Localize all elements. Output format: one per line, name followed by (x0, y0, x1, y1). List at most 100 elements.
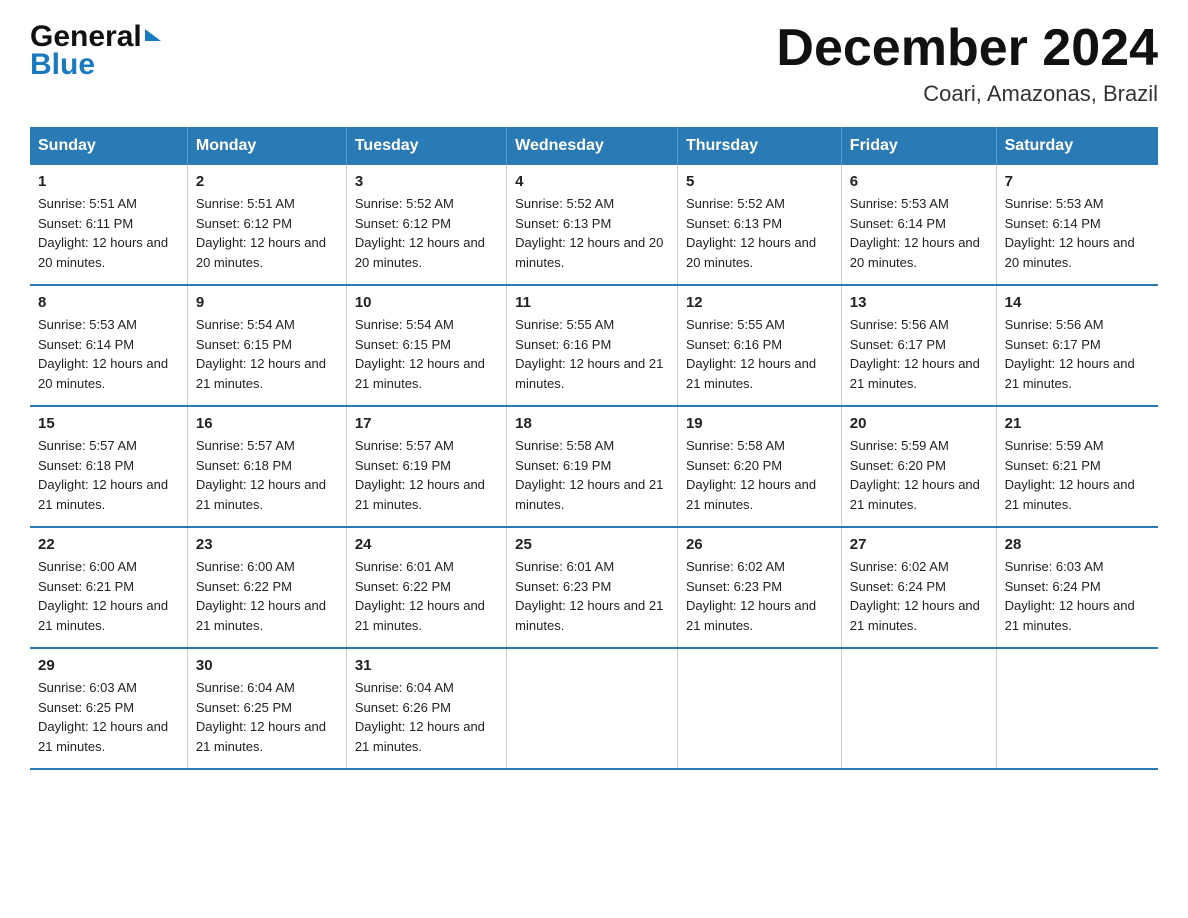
day-info: Sunrise: 5:58 AMSunset: 6:20 PMDaylight:… (686, 438, 816, 512)
day-info: Sunrise: 6:01 AMSunset: 6:23 PMDaylight:… (515, 559, 663, 633)
day-info: Sunrise: 5:54 AMSunset: 6:15 PMDaylight:… (355, 317, 485, 391)
calendar-week-row: 29 Sunrise: 6:03 AMSunset: 6:25 PMDaylig… (30, 648, 1158, 769)
day-number: 24 (355, 536, 498, 553)
day-info: Sunrise: 5:59 AMSunset: 6:21 PMDaylight:… (1005, 438, 1135, 512)
day-number: 18 (515, 415, 669, 432)
day-number: 17 (355, 415, 498, 432)
day-number: 1 (38, 173, 179, 190)
calendar-cell: 17 Sunrise: 5:57 AMSunset: 6:19 PMDaylig… (346, 406, 506, 527)
header-monday: Monday (187, 127, 346, 165)
header-saturday: Saturday (996, 127, 1158, 165)
day-info: Sunrise: 5:56 AMSunset: 6:17 PMDaylight:… (1005, 317, 1135, 391)
day-number: 10 (355, 294, 498, 311)
day-info: Sunrise: 6:04 AMSunset: 6:25 PMDaylight:… (196, 680, 326, 754)
calendar-cell: 11 Sunrise: 5:55 AMSunset: 6:16 PMDaylig… (507, 285, 678, 406)
day-number: 12 (686, 294, 833, 311)
day-info: Sunrise: 5:56 AMSunset: 6:17 PMDaylight:… (850, 317, 980, 391)
day-number: 14 (1005, 294, 1150, 311)
day-info: Sunrise: 6:03 AMSunset: 6:24 PMDaylight:… (1005, 559, 1135, 633)
header-tuesday: Tuesday (346, 127, 506, 165)
day-number: 25 (515, 536, 669, 553)
day-info: Sunrise: 5:53 AMSunset: 6:14 PMDaylight:… (1005, 196, 1135, 270)
calendar-cell: 6 Sunrise: 5:53 AMSunset: 6:14 PMDayligh… (841, 165, 996, 285)
calendar-cell: 24 Sunrise: 6:01 AMSunset: 6:22 PMDaylig… (346, 527, 506, 648)
day-number: 13 (850, 294, 988, 311)
calendar-cell: 26 Sunrise: 6:02 AMSunset: 6:23 PMDaylig… (677, 527, 841, 648)
day-number: 7 (1005, 173, 1150, 190)
calendar-cell: 22 Sunrise: 6:00 AMSunset: 6:21 PMDaylig… (30, 527, 187, 648)
calendar-cell: 23 Sunrise: 6:00 AMSunset: 6:22 PMDaylig… (187, 527, 346, 648)
day-number: 23 (196, 536, 338, 553)
calendar-cell: 18 Sunrise: 5:58 AMSunset: 6:19 PMDaylig… (507, 406, 678, 527)
logo-blue-text: Blue (30, 48, 161, 82)
day-number: 31 (355, 657, 498, 674)
calendar-week-row: 22 Sunrise: 6:00 AMSunset: 6:21 PMDaylig… (30, 527, 1158, 648)
logo: General Blue (30, 20, 161, 82)
calendar-cell: 9 Sunrise: 5:54 AMSunset: 6:15 PMDayligh… (187, 285, 346, 406)
calendar-week-row: 15 Sunrise: 5:57 AMSunset: 6:18 PMDaylig… (30, 406, 1158, 527)
calendar-table: SundayMondayTuesdayWednesdayThursdayFrid… (30, 127, 1158, 770)
day-number: 15 (38, 415, 179, 432)
calendar-cell: 12 Sunrise: 5:55 AMSunset: 6:16 PMDaylig… (677, 285, 841, 406)
page-subtitle: Coari, Amazonas, Brazil (776, 81, 1158, 107)
header-thursday: Thursday (677, 127, 841, 165)
header-wednesday: Wednesday (507, 127, 678, 165)
day-number: 28 (1005, 536, 1150, 553)
calendar-cell: 13 Sunrise: 5:56 AMSunset: 6:17 PMDaylig… (841, 285, 996, 406)
calendar-week-row: 8 Sunrise: 5:53 AMSunset: 6:14 PMDayligh… (30, 285, 1158, 406)
calendar-cell: 31 Sunrise: 6:04 AMSunset: 6:26 PMDaylig… (346, 648, 506, 769)
day-number: 29 (38, 657, 179, 674)
day-info: Sunrise: 5:57 AMSunset: 6:18 PMDaylight:… (196, 438, 326, 512)
calendar-cell: 15 Sunrise: 5:57 AMSunset: 6:18 PMDaylig… (30, 406, 187, 527)
day-number: 2 (196, 173, 338, 190)
day-info: Sunrise: 5:52 AMSunset: 6:13 PMDaylight:… (686, 196, 816, 270)
header-friday: Friday (841, 127, 996, 165)
calendar-cell: 30 Sunrise: 6:04 AMSunset: 6:25 PMDaylig… (187, 648, 346, 769)
day-info: Sunrise: 6:02 AMSunset: 6:24 PMDaylight:… (850, 559, 980, 633)
day-info: Sunrise: 5:58 AMSunset: 6:19 PMDaylight:… (515, 438, 663, 512)
day-info: Sunrise: 5:54 AMSunset: 6:15 PMDaylight:… (196, 317, 326, 391)
logo-arrow-icon (145, 29, 161, 41)
calendar-week-row: 1 Sunrise: 5:51 AMSunset: 6:11 PMDayligh… (30, 165, 1158, 285)
day-number: 9 (196, 294, 338, 311)
day-info: Sunrise: 5:51 AMSunset: 6:12 PMDaylight:… (196, 196, 326, 270)
day-info: Sunrise: 6:00 AMSunset: 6:21 PMDaylight:… (38, 559, 168, 633)
day-number: 6 (850, 173, 988, 190)
calendar-cell: 21 Sunrise: 5:59 AMSunset: 6:21 PMDaylig… (996, 406, 1158, 527)
day-info: Sunrise: 5:55 AMSunset: 6:16 PMDaylight:… (515, 317, 663, 391)
day-info: Sunrise: 5:55 AMSunset: 6:16 PMDaylight:… (686, 317, 816, 391)
header-sunday: Sunday (30, 127, 187, 165)
day-number: 3 (355, 173, 498, 190)
day-number: 8 (38, 294, 179, 311)
calendar-cell: 27 Sunrise: 6:02 AMSunset: 6:24 PMDaylig… (841, 527, 996, 648)
day-number: 21 (1005, 415, 1150, 432)
calendar-cell: 1 Sunrise: 5:51 AMSunset: 6:11 PMDayligh… (30, 165, 187, 285)
day-number: 22 (38, 536, 179, 553)
day-number: 16 (196, 415, 338, 432)
day-number: 11 (515, 294, 669, 311)
day-info: Sunrise: 5:57 AMSunset: 6:18 PMDaylight:… (38, 438, 168, 512)
day-info: Sunrise: 6:03 AMSunset: 6:25 PMDaylight:… (38, 680, 168, 754)
calendar-cell: 7 Sunrise: 5:53 AMSunset: 6:14 PMDayligh… (996, 165, 1158, 285)
day-info: Sunrise: 5:53 AMSunset: 6:14 PMDaylight:… (38, 317, 168, 391)
calendar-cell (841, 648, 996, 769)
day-number: 4 (515, 173, 669, 190)
calendar-cell: 10 Sunrise: 5:54 AMSunset: 6:15 PMDaylig… (346, 285, 506, 406)
calendar-cell: 16 Sunrise: 5:57 AMSunset: 6:18 PMDaylig… (187, 406, 346, 527)
title-block: December 2024 Coari, Amazonas, Brazil (776, 20, 1158, 107)
day-info: Sunrise: 5:57 AMSunset: 6:19 PMDaylight:… (355, 438, 485, 512)
day-number: 19 (686, 415, 833, 432)
day-info: Sunrise: 6:01 AMSunset: 6:22 PMDaylight:… (355, 559, 485, 633)
calendar-cell: 4 Sunrise: 5:52 AMSunset: 6:13 PMDayligh… (507, 165, 678, 285)
day-info: Sunrise: 5:52 AMSunset: 6:13 PMDaylight:… (515, 196, 663, 270)
calendar-cell: 20 Sunrise: 5:59 AMSunset: 6:20 PMDaylig… (841, 406, 996, 527)
day-number: 30 (196, 657, 338, 674)
day-number: 20 (850, 415, 988, 432)
calendar-cell: 28 Sunrise: 6:03 AMSunset: 6:24 PMDaylig… (996, 527, 1158, 648)
calendar-cell: 3 Sunrise: 5:52 AMSunset: 6:12 PMDayligh… (346, 165, 506, 285)
day-info: Sunrise: 6:04 AMSunset: 6:26 PMDaylight:… (355, 680, 485, 754)
day-number: 27 (850, 536, 988, 553)
calendar-cell: 29 Sunrise: 6:03 AMSunset: 6:25 PMDaylig… (30, 648, 187, 769)
day-info: Sunrise: 5:53 AMSunset: 6:14 PMDaylight:… (850, 196, 980, 270)
day-number: 5 (686, 173, 833, 190)
